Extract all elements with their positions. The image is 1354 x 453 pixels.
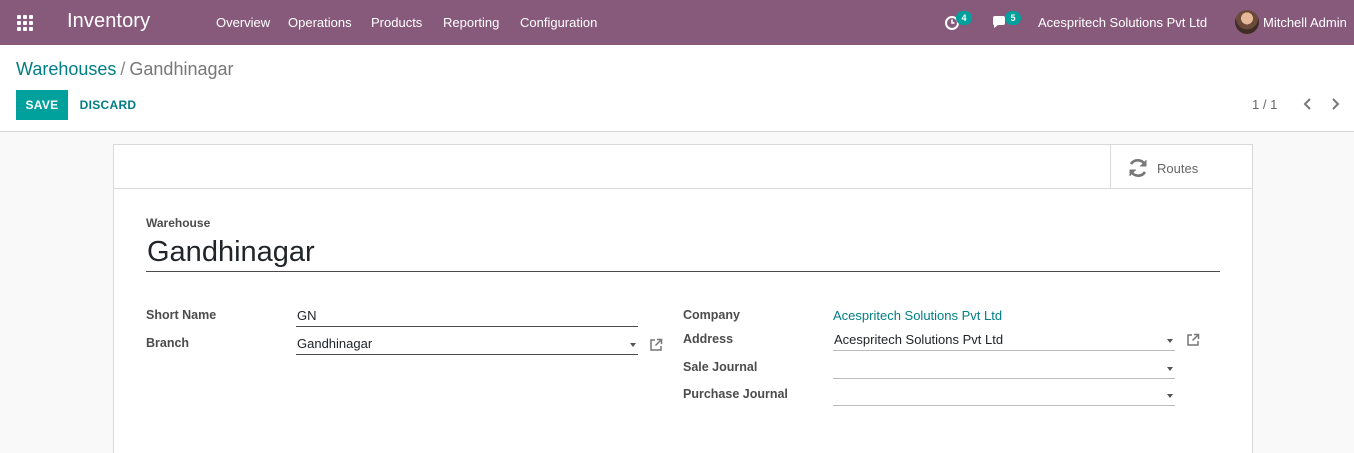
activity-count-badge: 4 [956, 11, 972, 25]
branch-select[interactable]: Gandhinagar [296, 334, 638, 355]
address-label: Address [683, 332, 734, 346]
warehouse-title-label: Warehouse [146, 216, 211, 230]
branch-value: Gandhinagar [297, 336, 373, 351]
dropdown-caret-icon [1167, 367, 1173, 371]
company-label: Company [683, 308, 740, 322]
discard-button[interactable]: DISCARD [72, 90, 144, 120]
short-name-field[interactable]: GN [296, 306, 638, 327]
breadcrumb-current: Gandhinagar [129, 59, 234, 79]
routes-button-label: Routes [1157, 161, 1199, 176]
purchase-journal-label: Purchase Journal [683, 387, 788, 401]
breadcrumb-separator: / [120, 59, 126, 79]
save-button[interactable]: SAVE [16, 90, 68, 120]
menu-operations[interactable]: Operations [288, 15, 352, 30]
warehouse-name-input[interactable] [146, 234, 1220, 272]
routes-button[interactable]: Routes [1110, 145, 1252, 189]
apps-grid-icon[interactable] [17, 15, 33, 31]
menu-reporting[interactable]: Reporting [443, 15, 499, 30]
external-link-icon[interactable] [1186, 333, 1200, 347]
user-avatar[interactable] [1235, 10, 1259, 34]
purchase-journal-select[interactable] [833, 385, 1175, 406]
sale-journal-select[interactable] [833, 358, 1175, 379]
dropdown-caret-icon [630, 343, 636, 347]
branch-label: Branch [146, 336, 190, 350]
company-switcher[interactable]: Acespritech Solutions Pvt Ltd [1038, 15, 1207, 30]
dropdown-caret-icon [1167, 394, 1173, 398]
breadcrumb-warehouses-link[interactable]: Warehouses [16, 59, 116, 79]
pager-value[interactable]: 1 / 1 [1252, 97, 1277, 112]
top-navbar: Inventory Overview Operations Products R… [0, 0, 1354, 45]
address-select[interactable]: Acespritech Solutions Pvt Ltd [833, 330, 1175, 351]
menu-overview[interactable]: Overview [216, 15, 270, 30]
sale-journal-label: Sale Journal [683, 360, 758, 374]
form-sheet: Routes Warehouse Short Name GN Branch Ga… [113, 144, 1253, 453]
chevron-left-icon[interactable] [1300, 96, 1316, 112]
breadcrumb: Warehouses / Gandhinagar [16, 59, 234, 80]
address-value: Acespritech Solutions Pvt Ltd [834, 332, 1004, 347]
app-name[interactable]: Inventory [67, 10, 150, 33]
refresh-icon [1129, 159, 1147, 177]
dropdown-caret-icon [1167, 339, 1173, 343]
control-panel: Warehouses / Gandhinagar SAVE DISCARD 1 / … [0, 45, 1354, 132]
short-name-label: Short Name [146, 308, 217, 322]
smart-button-box: Routes [114, 145, 1252, 189]
user-menu[interactable]: Mitchell Admin [1263, 15, 1347, 30]
menu-products[interactable]: Products [371, 15, 422, 30]
chevron-right-icon[interactable] [1327, 96, 1343, 112]
message-count-badge: 5 [1005, 11, 1021, 25]
external-link-icon[interactable] [649, 338, 663, 352]
menu-configuration[interactable]: Configuration [520, 15, 597, 30]
company-link[interactable]: Acespritech Solutions Pvt Ltd [833, 308, 1002, 323]
